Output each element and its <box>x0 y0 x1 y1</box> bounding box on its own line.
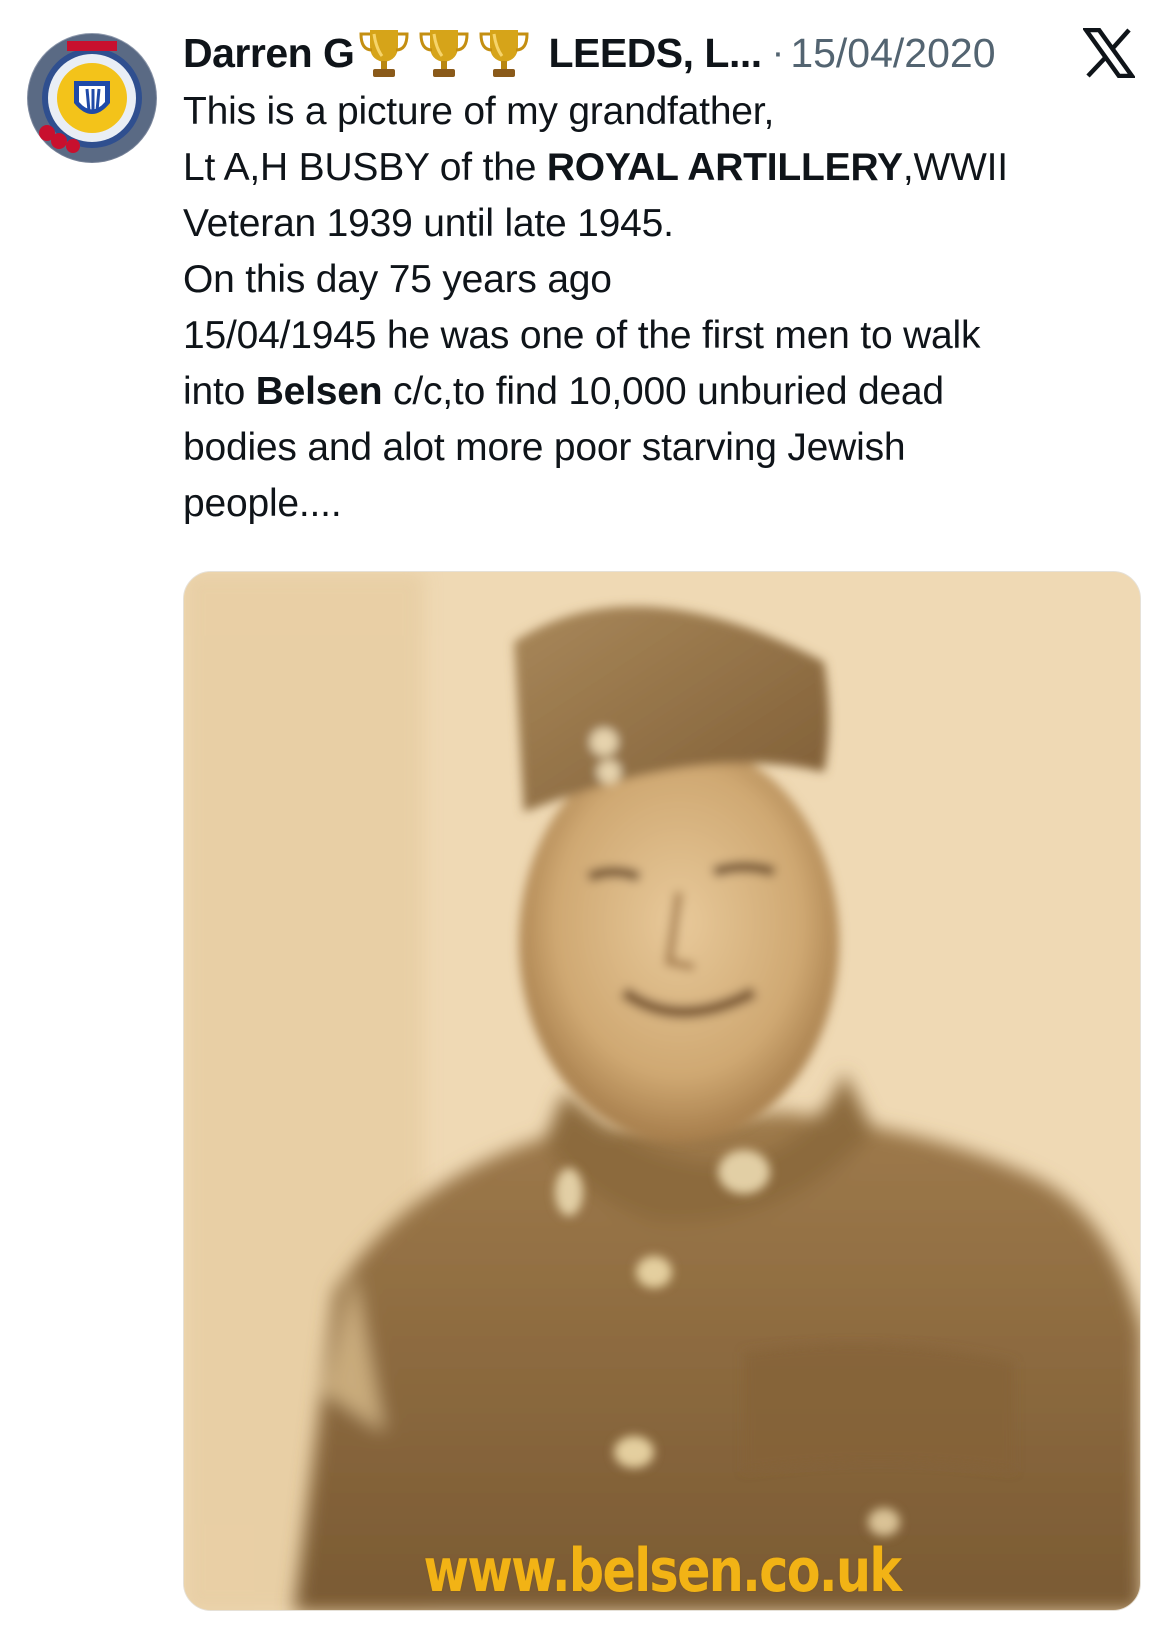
tweet-text-segment: people.... <box>183 482 342 525</box>
tweet-text-segment: On this day 75 years ago <box>183 258 612 301</box>
trophy-icon <box>419 30 469 77</box>
tweet-text-segment: This is a picture of my grandfather, <box>183 90 775 133</box>
trophy-icon <box>479 30 529 77</box>
photo-watermark: www.belsen.co.uk <box>423 1536 903 1606</box>
club-crest-avatar-image <box>28 34 156 162</box>
tweet-text-line: Veteran 1939 until late 1945. <box>183 196 1143 252</box>
tweet-header: Darren G LEEDS, L... · 15/04/2020 <box>183 24 1143 82</box>
tweet-text-bold-segment: ROYAL ARTILLERY <box>546 146 903 189</box>
tweet-text-line: Lt A,H BUSBY of the ROYAL ARTILLERY,WWII <box>183 140 1143 196</box>
tweet-text-segment: into <box>183 370 256 413</box>
tweet-text-line: This is a picture of my grandfather, <box>183 84 1143 140</box>
tweet-text-segment: ,WWII <box>902 146 1008 189</box>
tweet-text-segment: 15/04/1945 he was one of the first men t… <box>183 314 981 357</box>
author-badges <box>358 26 530 80</box>
tweet-text-line: into Belsen c/c,to find 10,000 unburied … <box>183 364 1143 420</box>
tweet-card[interactable]: Darren G LEEDS, L... · 15/04/2020 This i… <box>0 0 1170 1634</box>
tweet-text-bold-segment: Belsen <box>255 370 383 413</box>
author-name[interactable]: Darren G <box>183 30 355 77</box>
tweet-text-segment: c/c,to find 10,000 unburied dead <box>382 370 944 413</box>
tweet-text-line: On this day 75 years ago <box>183 252 1143 308</box>
tweet-text-line: 15/04/1945 he was one of the first men t… <box>183 308 1143 364</box>
author-name-suffix[interactable]: LEEDS, L... <box>548 30 762 77</box>
x-logo-icon[interactable] <box>1083 28 1135 78</box>
tweet-text: This is a picture of my grandfather, Lt A… <box>183 84 1143 532</box>
tweet-photo[interactable]: www.belsen.co.uk <box>183 571 1141 1611</box>
tweet-date[interactable]: 15/04/2020 <box>790 30 995 77</box>
meta-separator: · <box>771 31 785 74</box>
trophy-icon <box>359 30 409 77</box>
tweet-text-line: people.... <box>183 476 1143 532</box>
tweet-text-segment: Lt A,H BUSBY of the <box>183 146 547 189</box>
tweet-text-line: bodies and alot more poor starving Jewis… <box>183 420 1143 476</box>
tweet-text-segment: bodies and alot more poor starving Jewis… <box>183 426 906 469</box>
tweet-text-segment: Veteran 1939 until late 1945. <box>183 202 674 245</box>
avatar[interactable] <box>27 33 157 163</box>
soldier-portrait-image <box>184 572 1140 1610</box>
